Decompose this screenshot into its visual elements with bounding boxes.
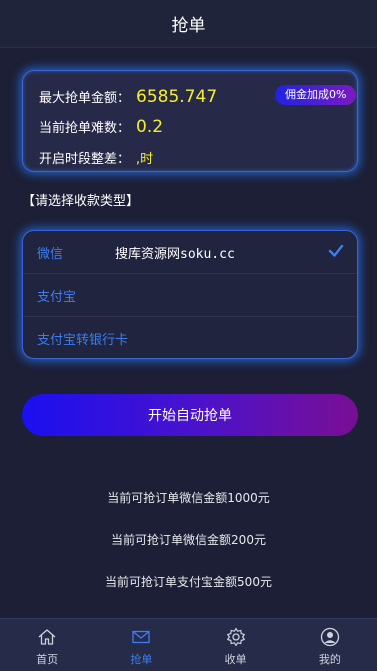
info-line: 当前可抢订单微信金额200元 <box>111 533 266 547</box>
tab-label: 收单 <box>224 653 247 666</box>
difficulty-row: 当前抢单难数： 0.2 <box>39 117 163 137</box>
difficulty-value: 0.2 <box>136 117 164 137</box>
payment-option-alipay[interactable]: 支付宝 <box>23 273 357 316</box>
max-amount-value: 6585.747 <box>136 87 218 107</box>
gear-icon <box>226 627 245 647</box>
info-line: 当前可抢订单微信金额1000元 <box>107 491 270 505</box>
max-amount-label: 最大抢单金额： <box>39 91 131 106</box>
period-row: 开启时段整差： ,时 <box>39 148 153 167</box>
start-auto-grab-button[interactable]: 开始自动抢单 <box>22 394 358 436</box>
payment-option-label: 微信 <box>37 246 64 262</box>
page-header: 抢单 <box>0 0 377 48</box>
payment-option-label: 支付宝转银行卡 <box>37 332 129 348</box>
mail-icon <box>132 630 151 644</box>
tab-label: 我的 <box>318 653 341 666</box>
info-line: 当前可抢订单支付宝金额500元 <box>105 575 272 589</box>
page-title: 抢单 <box>171 16 206 36</box>
payment-type-list: 微信 搜库资源网soku.cc 支付宝 支付宝转银行卡 <box>22 230 358 359</box>
tab-label: 抢单 <box>130 653 153 666</box>
user-icon <box>320 627 340 647</box>
tab-mine[interactable]: 我的 <box>283 619 377 671</box>
difficulty-label: 当前抢单难数： <box>39 121 131 136</box>
payment-option-note: 搜库资源网soku.cc <box>115 246 235 262</box>
payment-option-wechat[interactable]: 微信 搜库资源网soku.cc <box>23 231 357 273</box>
commission-badge: 佣金加成0% <box>275 85 357 105</box>
tab-receive[interactable]: 收单 <box>189 619 283 671</box>
home-icon <box>38 629 56 645</box>
tab-home[interactable]: 首页 <box>0 619 94 671</box>
tab-grab[interactable]: 抢单 <box>94 619 188 671</box>
section-title: 【请选择收款类型】 <box>22 194 140 209</box>
payment-option-label: 支付宝 <box>37 289 77 305</box>
checkmark-icon <box>328 244 344 257</box>
tab-label: 首页 <box>36 653 59 666</box>
max-amount-row: 最大抢单金额： 6585.747 <box>39 87 217 107</box>
bottom-tab-bar: 首页 抢单 收单 我的 <box>0 618 377 671</box>
stats-card: 最大抢单金额： 6585.747 当前抢单难数： 0.2 开启时段整差： ,时 … <box>22 70 358 172</box>
period-label: 开启时段整差： <box>39 152 131 167</box>
payment-option-alipay-bank[interactable]: 支付宝转银行卡 <box>23 316 357 359</box>
period-value: ,时 <box>136 152 154 167</box>
